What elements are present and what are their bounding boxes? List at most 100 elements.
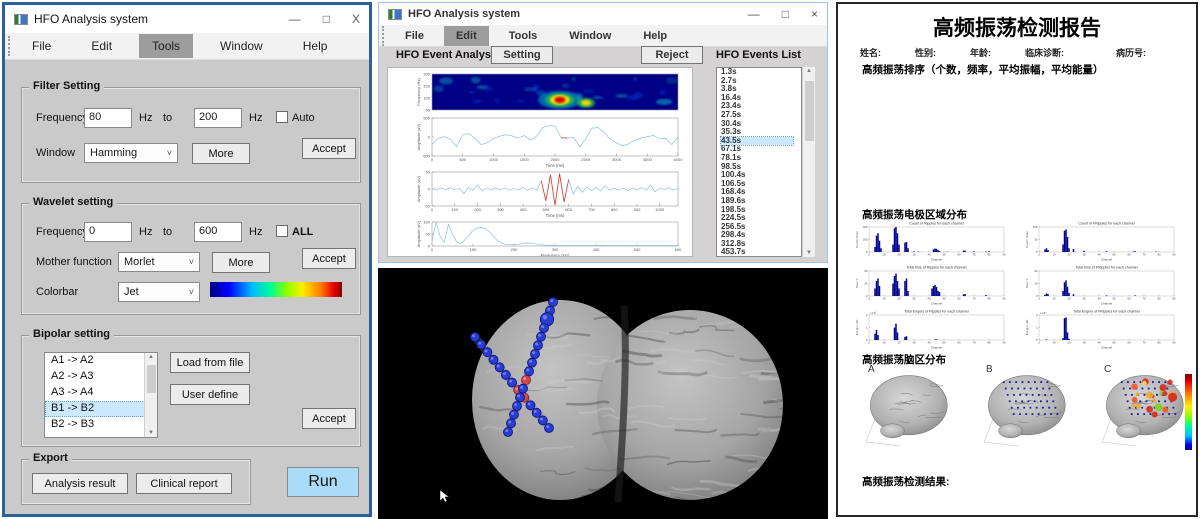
filter-accept-button[interactable]: Accept	[302, 138, 356, 159]
scroll-thumb[interactable]	[147, 365, 156, 393]
filter-freq-to-input[interactable]: 200	[194, 108, 242, 128]
chevron-down-icon: ˅	[189, 257, 194, 267]
group-title: Export	[29, 452, 72, 464]
wavelet-accept-button[interactable]: Accept	[302, 248, 356, 269]
menu-item[interactable]: Help	[290, 34, 341, 58]
menu-item[interactable]: File	[19, 34, 64, 58]
clinical-report-button[interactable]: Clinical report	[136, 473, 232, 494]
menu-item[interactable]: Tools	[139, 34, 193, 58]
load-from-file-button[interactable]: Load from file	[170, 352, 250, 373]
svg-text:80: 80	[1157, 341, 1161, 345]
hist-time-ripples: Total time of Ripples for each channel02…	[854, 264, 1009, 306]
svg-text:x 10⁴: x 10⁴	[1040, 311, 1047, 315]
scroll-down-icon[interactable]: ▼	[148, 430, 154, 436]
brain-thumb-a	[856, 370, 952, 450]
svg-text:Channel: Channel	[931, 302, 943, 306]
event-time-item[interactable]: 453.7s	[721, 248, 801, 257]
analysis-result-button[interactable]: Analysis result	[32, 473, 128, 494]
bipolar-accept-button[interactable]: Accept	[302, 408, 356, 429]
svg-text:100: 100	[1033, 225, 1038, 229]
middle-titlebar: HFO Analysis system — □ ×	[379, 3, 827, 25]
menu-item[interactable]: Window	[207, 34, 276, 58]
patient-field-label[interactable]: 病历号:	[1116, 46, 1146, 59]
menu-item[interactable]: Help	[631, 26, 679, 46]
setting-button[interactable]: Setting	[491, 46, 553, 64]
window-dropdown[interactable]: Hamming˅	[84, 143, 178, 163]
menu-item[interactable]: Tools	[497, 26, 550, 46]
svg-text:40: 40	[1097, 253, 1101, 257]
bipolar-channel-listbox[interactable]: A1 -> A2A2 -> A3A3 -> A4B1 -> B2B2 -> B3…	[44, 352, 158, 438]
events-scrollbar[interactable]: ▲ ▼	[802, 67, 815, 257]
svg-text:60: 60	[957, 341, 961, 345]
svg-text:60: 60	[957, 253, 961, 257]
svg-text:Amplitude (uV): Amplitude (uV)	[416, 220, 421, 247]
filter-freq-from-input[interactable]: 80	[84, 108, 132, 128]
colorbar-dropdown[interactable]: Jet˅	[118, 282, 200, 302]
mother-function-dropdown[interactable]: Morlet˅	[118, 252, 200, 272]
channel-pair-item[interactable]: A3 -> A4	[45, 385, 145, 401]
svg-text:300: 300	[552, 247, 559, 252]
patient-field-label[interactable]: 姓名:	[860, 46, 881, 59]
group-title: Wavelet setting	[29, 196, 117, 208]
svg-text:Total time of FRipples for eac: Total time of FRipples for each channel	[1075, 266, 1137, 270]
scroll-down-icon[interactable]: ▼	[806, 250, 812, 256]
svg-text:70: 70	[972, 253, 976, 257]
scroll-up-icon[interactable]: ▲	[806, 68, 812, 74]
maximize-button[interactable]: □	[782, 7, 789, 21]
svg-text:1500: 1500	[520, 157, 530, 162]
svg-text:80: 80	[987, 297, 991, 301]
jet-colorbar-vertical	[1185, 374, 1192, 450]
patient-field-label[interactable]: 临床诊断:	[1025, 46, 1064, 59]
svg-text:80: 80	[1157, 297, 1161, 301]
svg-text:90: 90	[1002, 297, 1006, 301]
svg-text:Count / times: Count / times	[1025, 231, 1029, 248]
channel-pair-item[interactable]: B1 -> B2	[45, 401, 145, 417]
brain-thumb-b	[974, 370, 1070, 450]
menu-item[interactable]: Window	[557, 26, 623, 46]
hfo-events-listbox[interactable]: 1.3s2.7s3.8s16.4s23.4s27.5s30.4s35.3s43.…	[716, 67, 802, 257]
wavelet-freq-to-input[interactable]: 600	[194, 222, 242, 242]
svg-text:Count of FRipples for each cha: Count of FRipples for each channel	[1078, 222, 1135, 226]
brain-3d-view[interactable]	[378, 268, 828, 519]
svg-text:50: 50	[426, 169, 431, 174]
minimize-button[interactable]: —	[289, 12, 301, 26]
wavelet-freq-from-input[interactable]: 0	[84, 222, 132, 242]
menu-item[interactable]: Edit	[78, 34, 125, 58]
svg-text:30: 30	[912, 253, 916, 257]
patient-field-label[interactable]: 年龄:	[970, 46, 991, 59]
listbox-scrollbar[interactable]: ▲ ▼	[144, 353, 157, 437]
scroll-thumb[interactable]	[805, 81, 814, 141]
channel-pair-item[interactable]: A1 -> A2	[45, 353, 145, 369]
svg-text:50: 50	[426, 107, 431, 112]
menu-item[interactable]: Edit	[444, 26, 489, 46]
svg-text:2: 2	[1036, 326, 1038, 330]
svg-text:Energy / uV²: Energy / uV²	[855, 320, 859, 336]
svg-text:30: 30	[1082, 253, 1086, 257]
middle-menubar: File Edit Tools Window Help	[379, 25, 827, 47]
close-button[interactable]: ×	[811, 7, 818, 21]
toolbar-grip-icon[interactable]	[8, 36, 13, 56]
minimize-button[interactable]: —	[748, 7, 760, 21]
reject-button[interactable]: Reject	[641, 46, 703, 64]
toolbar-grip-icon[interactable]	[382, 26, 387, 46]
svg-text:100: 100	[423, 219, 430, 224]
user-define-button[interactable]: User define	[170, 384, 250, 405]
svg-text:300: 300	[497, 207, 504, 212]
all-checkbox[interactable]	[276, 225, 288, 237]
close-button[interactable]: X	[352, 12, 360, 26]
maximize-button[interactable]: □	[323, 12, 330, 26]
svg-text:100: 100	[423, 95, 430, 100]
svg-text:Time (ms): Time (ms)	[546, 163, 565, 168]
svg-text:900: 900	[634, 207, 641, 212]
scroll-up-icon[interactable]: ▲	[148, 354, 154, 360]
filter-more-button[interactable]: More	[192, 143, 250, 164]
menu-item[interactable]: File	[393, 26, 436, 46]
channel-pair-item[interactable]: B2 -> B3	[45, 417, 145, 433]
patient-field-label[interactable]: 性别:	[915, 46, 936, 59]
event-analysis-plots: 50100150200Frequency (Hz)-5000500Amplitu…	[388, 68, 692, 256]
wavelet-more-button[interactable]: More	[212, 252, 270, 273]
run-button[interactable]: Run	[287, 467, 359, 497]
svg-text:Channel: Channel	[1101, 258, 1113, 262]
auto-checkbox[interactable]	[276, 111, 288, 123]
channel-pair-item[interactable]: A2 -> A3	[45, 369, 145, 385]
